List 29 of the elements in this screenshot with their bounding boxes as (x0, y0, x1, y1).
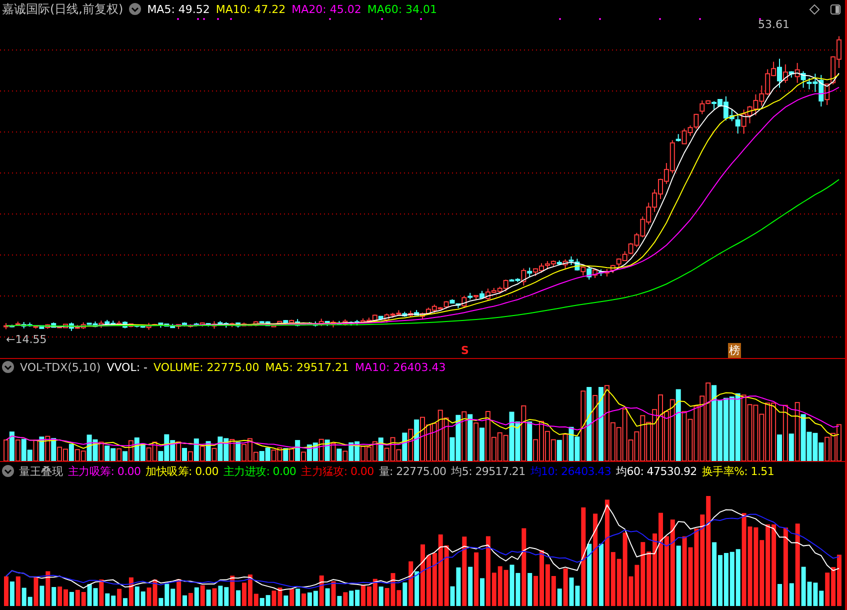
indicator-legend: 均10: 26403.43 (530, 464, 612, 478)
ranking-badge[interactable]: 榜 (728, 343, 741, 358)
indicator-legend: 主力吸筹: 0.00 (68, 464, 141, 478)
high-price-label: 53.61 (758, 18, 790, 31)
volume-legend: MA10: 26403.43 (354, 360, 446, 374)
signal-marker: S (461, 344, 469, 357)
dropdown-icon[interactable] (2, 361, 14, 373)
volume-legend: VVOL: - (106, 360, 148, 374)
ma-legend: MA20: 45.02 (292, 2, 362, 16)
volume-legend: MA5: 29517.21 (265, 360, 349, 374)
window-icon[interactable] (830, 4, 841, 14)
diamond-icon[interactable] (809, 4, 820, 14)
low-price-label: ←14.55 (6, 333, 47, 346)
dropdown-icon[interactable] (129, 3, 142, 15)
indicator-legend: 加快吸筹: 0.00 (146, 464, 218, 478)
ma-legend: MA60: 34.01 (367, 2, 438, 16)
stock-title: 嘉诚国际(日线,前复权) (2, 0, 124, 18)
indicator-name: VOL-TDX(5,10) (20, 360, 101, 374)
indicator-legend: 主力进攻: 0.00 (223, 464, 296, 478)
ma-legend: MA10: 47.22 (216, 2, 286, 16)
indicator-legend: 量: 22775.00 (378, 464, 446, 478)
indicator-legend: 主力猛攻: 0.00 (301, 464, 374, 478)
ma-legend: MA5: 49.52 (147, 2, 210, 16)
volume-legend: VOLUME: 22775.00 (154, 360, 260, 374)
indicator-legend: 均5: 29517.21 (451, 464, 526, 478)
indicator-name: 量王叠现 (19, 464, 63, 478)
indicator-legend: 换手率%: 1.51 (702, 464, 774, 478)
indicator-legend: 均60: 47530.92 (616, 464, 697, 478)
dropdown-icon[interactable] (2, 465, 14, 477)
